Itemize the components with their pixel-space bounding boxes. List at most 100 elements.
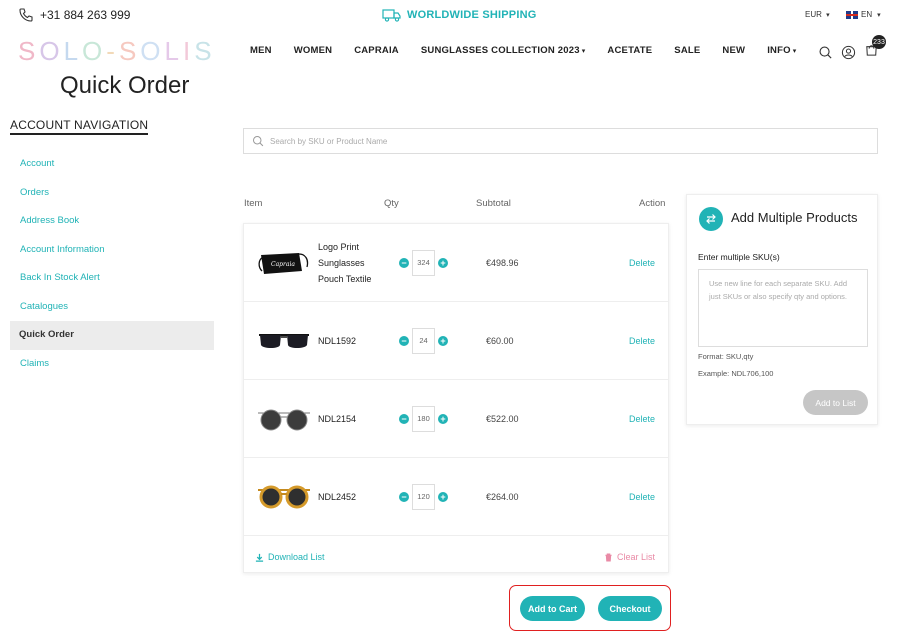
- sidebar-item-back-in-stock-alert[interactable]: Back In Stock Alert: [10, 264, 214, 293]
- phone-contact[interactable]: +31 884 263 999: [18, 7, 130, 23]
- truck-icon: [382, 9, 401, 22]
- quantity-stepper: − 324 +: [399, 224, 448, 301]
- quantity-input[interactable]: 120: [412, 483, 435, 510]
- sidebar-item-quick-order[interactable]: Quick Order: [10, 321, 214, 350]
- sunglasses-icon: [258, 485, 310, 509]
- chevron-down-icon: ▾: [826, 12, 830, 19]
- quick-order-items: Capraia Logo Print Sunglasses Pouch Text…: [243, 223, 669, 573]
- phone-number: +31 884 263 999: [40, 8, 131, 22]
- add-to-cart-button[interactable]: Add to Cart: [520, 596, 585, 621]
- account-icon[interactable]: [841, 45, 856, 60]
- page-title: Quick Order: [60, 72, 190, 99]
- logo-letter: O: [39, 36, 64, 66]
- product-name: NDL1592: [318, 336, 357, 346]
- quantity-stepper: − 120 +: [399, 458, 448, 535]
- sunglasses-icon: [258, 409, 310, 431]
- sunglasses-icon: [259, 334, 309, 348]
- sidebar-item-catalogues[interactable]: Catalogues: [10, 293, 214, 322]
- clear-list-label: Clear List: [617, 552, 656, 562]
- logo-letter: I: [183, 36, 195, 66]
- plus-icon[interactable]: +: [438, 257, 448, 268]
- logo-letter: -: [106, 36, 119, 66]
- format-hint: Format: SKU,qty: [698, 352, 754, 361]
- language-label: EN: [861, 10, 873, 19]
- row-subtotal: €522.00: [486, 413, 519, 424]
- plus-icon[interactable]: +: [438, 491, 448, 502]
- product-name: Logo Print Sunglasses Pouch Textile: [318, 242, 372, 284]
- multi-products-title: Add Multiple Products: [731, 210, 858, 225]
- account-sidebar: Account Orders Address Book Account Info…: [10, 150, 214, 378]
- plus-icon[interactable]: +: [438, 413, 448, 424]
- delete-link[interactable]: Delete: [629, 224, 655, 301]
- column-header-qty: Qty: [384, 198, 399, 209]
- product-name: NDL2154: [318, 414, 357, 424]
- nav-item-new[interactable]: NEW: [722, 45, 745, 56]
- sidebar-item-orders[interactable]: Orders: [10, 179, 214, 208]
- table-row: Capraia Logo Print Sunglasses Pouch Text…: [244, 224, 668, 302]
- nav-item-sunglasses-collection[interactable]: SUNGLASSES COLLECTION 2023 ▾: [421, 45, 586, 56]
- logo-letter: S: [118, 36, 141, 66]
- search-icon[interactable]: [818, 45, 833, 60]
- sidebar-item-account-information[interactable]: Account Information: [10, 236, 214, 265]
- table-row: NDL2154 − 180 + €522.00 Delete: [244, 380, 668, 458]
- quantity-input[interactable]: 24: [412, 327, 435, 354]
- product-image: [254, 322, 314, 360]
- search-icon: [253, 136, 264, 147]
- minus-icon[interactable]: −: [399, 335, 409, 346]
- delete-link[interactable]: Delete: [629, 380, 655, 457]
- cart-count-badge: 233: [872, 35, 886, 49]
- nav-label: SALE: [674, 45, 701, 56]
- chevron-down-icon: ▾: [877, 11, 881, 19]
- nav-label: ACETATE: [607, 45, 653, 56]
- nav-item-women[interactable]: WOMEN: [294, 45, 332, 56]
- column-header-item: Item: [244, 198, 263, 209]
- minus-icon[interactable]: −: [399, 491, 409, 502]
- logo-letter: L: [164, 36, 183, 66]
- shipping-text: WORLDWIDE SHIPPING: [407, 9, 537, 21]
- clear-list-link[interactable]: Clear List: [604, 552, 655, 562]
- logo-letter: O: [82, 36, 107, 66]
- table-row: NDL1592 − 24 + €60.00 Delete: [244, 302, 668, 380]
- row-subtotal: €264.00: [486, 491, 519, 502]
- sku-search-box: [243, 128, 878, 154]
- checkout-button[interactable]: Checkout: [598, 596, 662, 621]
- nav-label: NEW: [722, 45, 746, 56]
- language-selector[interactable]: EN ▾: [846, 10, 881, 19]
- multi-sku-textarea[interactable]: [698, 269, 868, 347]
- sku-search-input[interactable]: [270, 136, 850, 146]
- sidebar-item-claims[interactable]: Claims: [10, 350, 214, 379]
- swap-arrows-glyph: [706, 214, 716, 224]
- nav-item-men[interactable]: MEN: [250, 45, 272, 56]
- shipping-banner: WORLDWIDE SHIPPING: [382, 7, 537, 23]
- nav-label: SUNGLASSES COLLECTION 2023: [420, 45, 580, 56]
- sidebar-item-account[interactable]: Account: [10, 150, 214, 179]
- plus-icon[interactable]: +: [438, 335, 448, 346]
- brand-logo[interactable]: SOLO-SOLIS: [18, 36, 216, 67]
- chevron-down-icon: ▾: [792, 48, 797, 55]
- currency-selector[interactable]: EUR ▾: [805, 10, 830, 19]
- download-list-link[interactable]: Download List: [255, 552, 325, 562]
- nav-item-sale[interactable]: SALE: [674, 45, 700, 56]
- top-bar: +31 884 263 999 WORLDWIDE SHIPPING EUR ▾…: [0, 0, 900, 30]
- download-list-label: Download List: [268, 552, 325, 562]
- sidebar-item-address-book[interactable]: Address Book: [10, 207, 214, 236]
- header-icons: 233: [818, 35, 886, 62]
- product-image: Capraia: [254, 244, 314, 282]
- minus-icon[interactable]: −: [399, 257, 409, 268]
- nav-item-info[interactable]: INFO ▾: [767, 45, 796, 56]
- row-subtotal: €498.96: [486, 257, 519, 268]
- delete-link[interactable]: Delete: [629, 458, 655, 535]
- column-header-subtotal: Subtotal: [476, 198, 511, 209]
- quantity-input[interactable]: 180: [412, 405, 435, 432]
- delete-link[interactable]: Delete: [629, 302, 655, 379]
- minus-icon[interactable]: −: [399, 413, 409, 424]
- cart-button[interactable]: 233: [864, 35, 886, 62]
- nav-label: WOMEN: [293, 45, 333, 56]
- quantity-input[interactable]: 324: [412, 249, 435, 276]
- nav-item-acetate[interactable]: ACETATE: [607, 45, 652, 56]
- row-subtotal: €60.00: [486, 335, 514, 346]
- nav-item-capraia[interactable]: CAPRAIA: [354, 45, 399, 56]
- add-to-list-button[interactable]: Add to List: [803, 390, 868, 415]
- nav-label: CAPRAIA: [354, 45, 399, 56]
- add-multiple-products-panel: Add Multiple Products Enter multiple SKU…: [686, 194, 878, 425]
